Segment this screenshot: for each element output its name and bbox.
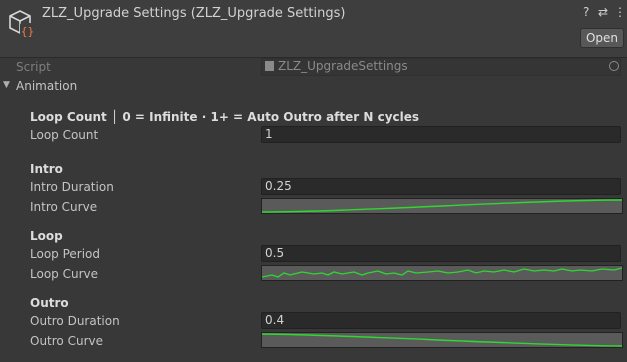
script-field: ZLZ_UpgradeSettings <box>261 58 621 76</box>
outro-curve-label: Outro Curve <box>30 334 103 348</box>
loop-count-header: Loop Count │ 0 = Infinite · 1+ = Auto Ou… <box>30 110 420 124</box>
svg-text:{}: {} <box>21 25 34 38</box>
intro-curve-field[interactable] <box>261 198 623 214</box>
script-file-icon <box>265 61 274 71</box>
object-picker-icon[interactable] <box>609 61 619 71</box>
animation-foldout[interactable]: Animation <box>16 79 77 93</box>
loop-header: Loop <box>30 229 63 243</box>
outro-header: Outro <box>30 296 69 310</box>
loop-count-field[interactable]: 1 <box>261 126 621 143</box>
script-label: Script <box>16 60 51 74</box>
outro-curve-field[interactable] <box>261 332 623 348</box>
scriptable-object-icon: {} <box>6 8 36 38</box>
intro-duration-field[interactable]: 0.25 <box>261 178 621 195</box>
preset-settings-icon[interactable]: ⇄ <box>598 5 608 19</box>
outro-duration-field[interactable]: 0.4 <box>261 312 621 329</box>
intro-curve-label: Intro Curve <box>30 200 98 214</box>
context-menu-icon[interactable]: ⋮ <box>614 5 626 19</box>
intro-header: Intro <box>30 162 63 176</box>
script-field-value: ZLZ_UpgradeSettings <box>278 59 408 73</box>
loop-period-label: Loop Period <box>30 247 101 261</box>
loop-curve-field[interactable] <box>261 265 623 281</box>
intro-duration-label: Intro Duration <box>30 180 114 194</box>
loop-curve-graph <box>262 267 622 278</box>
outro-duration-label: Outro Duration <box>30 314 120 328</box>
loop-period-field[interactable]: 0.5 <box>261 245 621 262</box>
inspector-title: ZLZ_Upgrade Settings (ZLZ_Upgrade Settin… <box>42 6 346 21</box>
loop-curve-label: Loop Curve <box>30 267 98 281</box>
intro-curve-graph <box>262 199 622 213</box>
help-icon[interactable]: ? <box>583 5 589 19</box>
outro-curve-graph <box>262 333 622 347</box>
loop-count-label: Loop Count <box>30 128 99 142</box>
open-button[interactable]: Open <box>580 28 624 48</box>
foldout-arrow-icon[interactable]: ▼ <box>3 80 10 90</box>
